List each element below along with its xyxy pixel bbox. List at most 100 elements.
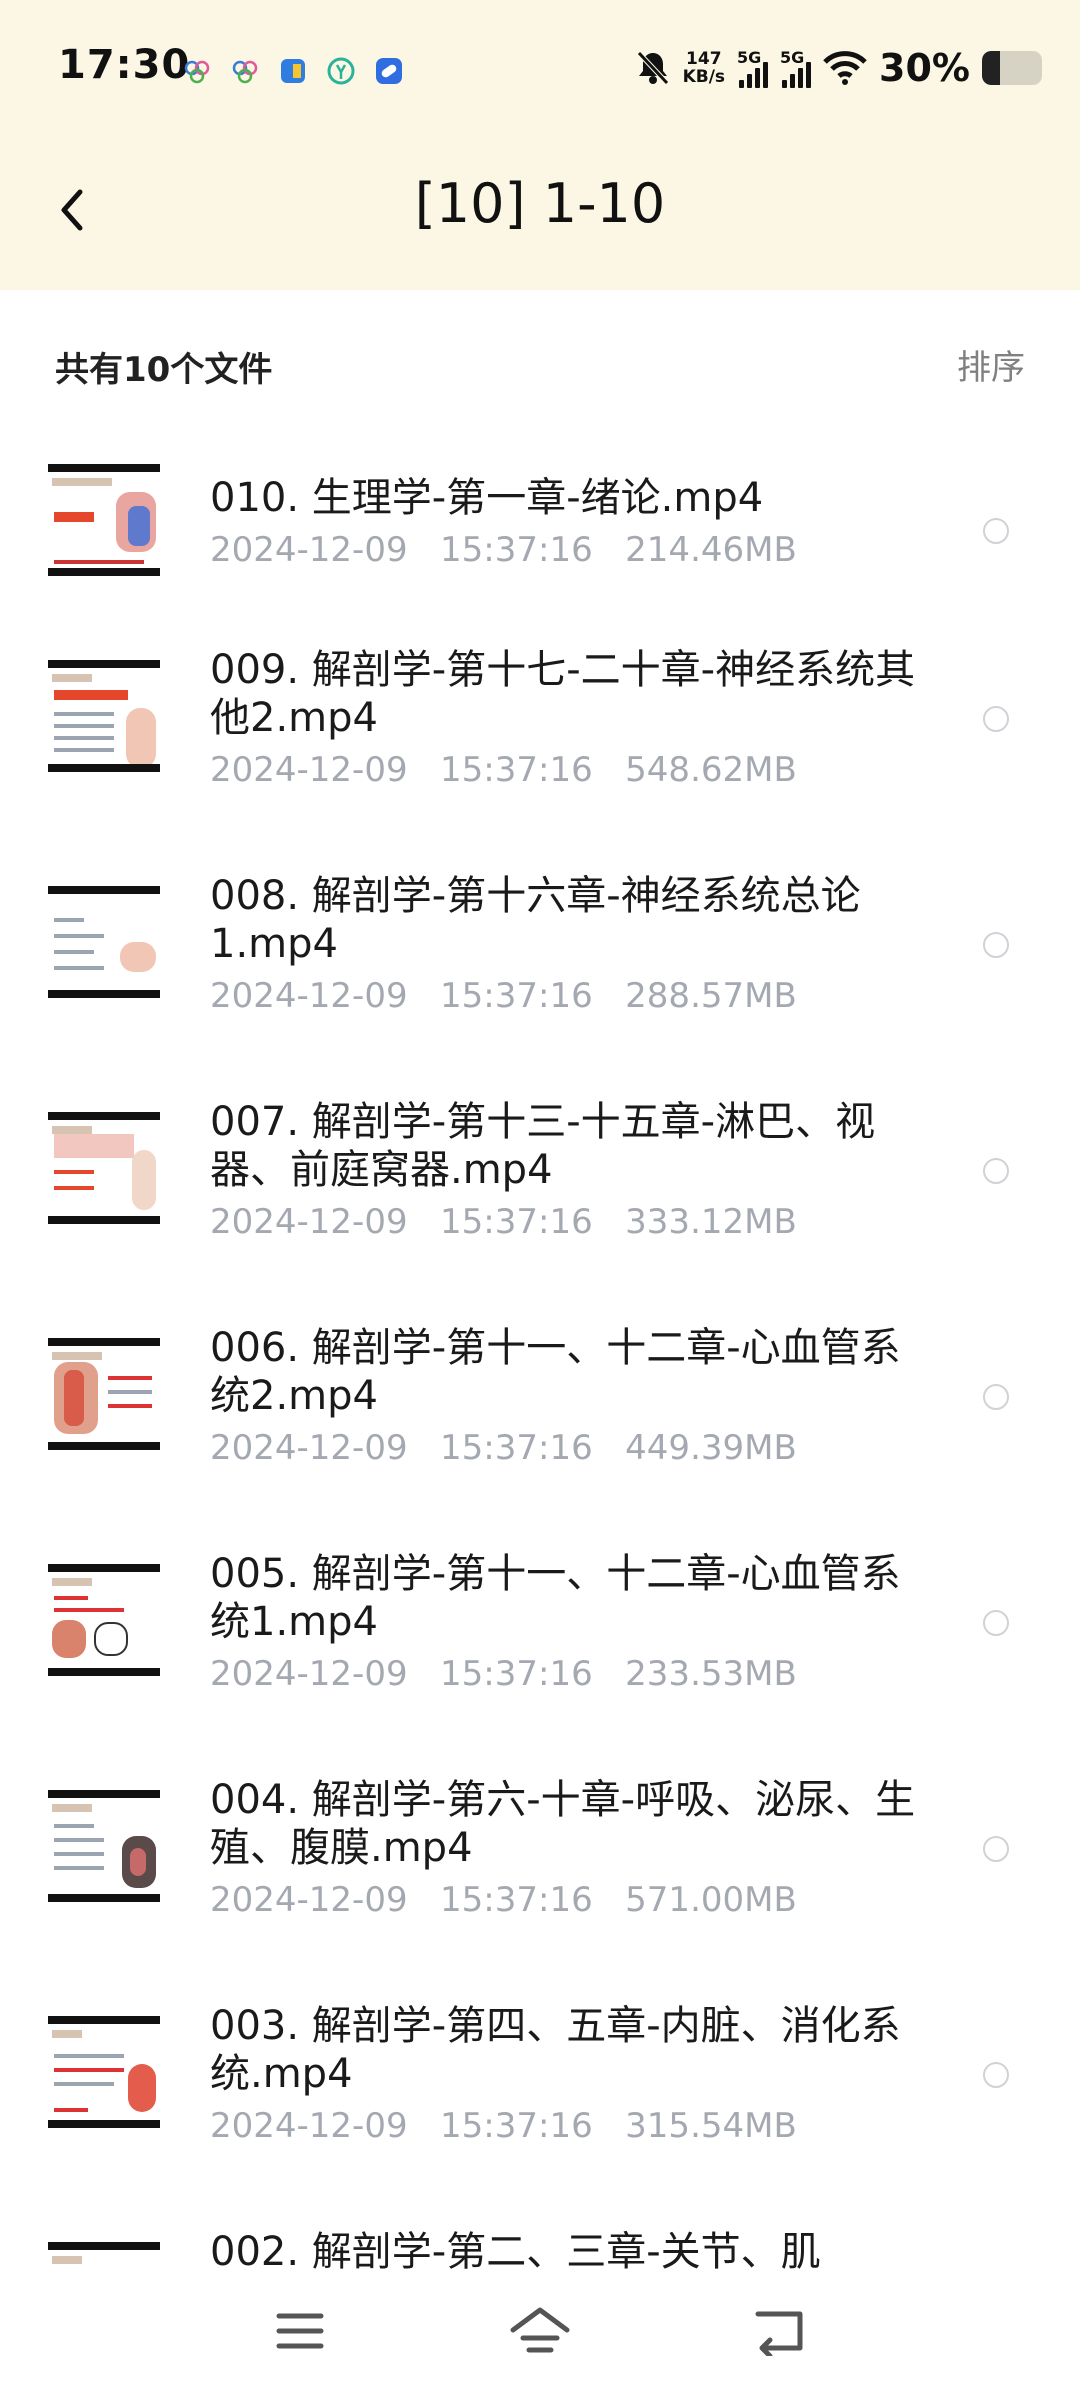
- file-size: 288.57MB: [625, 976, 797, 1016]
- app-icon-blue-circles: [178, 52, 216, 90]
- file-time: 15:37:16: [440, 1202, 593, 1242]
- file-name: 003. 解剖学-第四、五章-内脏、消化系统.mp4: [210, 2003, 901, 2097]
- file-time: 15:37:16: [440, 976, 593, 1016]
- battery-icon: [982, 51, 1042, 85]
- net-speed-unit: KB/s: [682, 67, 726, 87]
- navigation-bar: [0, 2270, 1080, 2400]
- file-size: 233.53MB: [625, 1654, 797, 1694]
- file-size: 333.12MB: [625, 1202, 797, 1242]
- status-bar: 17:30 147 KB/s 5G 5G 30%: [0, 0, 1080, 140]
- file-item-010[interactable]: 010. 生理学-第一章-绪论.mp4 2024-12-09 15:37:16 …: [0, 430, 1080, 630]
- file-meta: 2024-12-09 15:37:16 449.39MB: [210, 1428, 797, 1468]
- file-list: 010. 生理学-第一章-绪论.mp4 2024-12-09 15:37:16 …: [0, 430, 1080, 2270]
- file-date: 2024-12-09: [210, 1202, 408, 1242]
- back-nav-button[interactable]: [740, 2296, 820, 2366]
- file-date: 2024-12-09: [210, 1428, 408, 1468]
- select-radio[interactable]: [983, 706, 1009, 732]
- file-time: 15:37:16: [440, 1880, 593, 1920]
- file-meta: 2024-12-09 15:37:16 214.46MB: [210, 530, 797, 570]
- home-icon: [510, 2307, 570, 2353]
- file-item-004[interactable]: 004. 解剖学-第六-十章-呼吸、泌尿、生殖、腹膜.mp4 2024-12-0…: [0, 1760, 1080, 1986]
- app-icon-green: [322, 52, 360, 90]
- file-name: 002. 解剖学-第二、三章-关节、肌: [210, 2229, 821, 2270]
- menu-icon: [276, 2313, 324, 2349]
- signal-1: 5G: [737, 48, 769, 88]
- app-icon-blue-pill: [370, 52, 408, 90]
- select-radio[interactable]: [983, 1158, 1009, 1184]
- video-thumbnail: [48, 464, 160, 576]
- video-thumbnail: [48, 1564, 160, 1676]
- file-size: 571.00MB: [625, 1880, 797, 1920]
- back-nav-icon: [755, 2311, 803, 2356]
- file-meta: 2024-12-09 15:37:16 315.54MB: [210, 2106, 797, 2146]
- file-date: 2024-12-09: [210, 1880, 408, 1920]
- battery-fill: [982, 51, 1000, 85]
- title-bar: [10] 1-10: [0, 150, 1080, 270]
- menu-button[interactable]: [260, 2296, 340, 2366]
- wifi-icon: [823, 51, 867, 85]
- file-time: 15:37:16: [440, 750, 593, 790]
- select-radio[interactable]: [983, 932, 1009, 958]
- file-time: 15:37:16: [440, 1428, 593, 1468]
- video-thumbnail: [48, 1338, 160, 1450]
- select-radio[interactable]: [983, 2062, 1009, 2088]
- file-item-007[interactable]: 007. 解剖学-第十三-十五章-淋巴、视器、前庭窝器.mp4 2024-12-…: [0, 1082, 1080, 1308]
- file-date: 2024-12-09: [210, 530, 408, 570]
- select-radio[interactable]: [983, 1836, 1009, 1862]
- file-item-008[interactable]: 008. 解剖学-第十六章-神经系统总论1.mp4 2024-12-09 15:…: [0, 856, 1080, 1082]
- file-time: 15:37:16: [440, 2106, 593, 2146]
- file-time: 15:37:16: [440, 1654, 593, 1694]
- file-date: 2024-12-09: [210, 2106, 408, 2146]
- file-item-003[interactable]: 003. 解剖学-第四、五章-内脏、消化系统.mp4 2024-12-09 15…: [0, 1986, 1080, 2212]
- file-name: 008. 解剖学-第十六章-神经系统总论1.mp4: [210, 873, 861, 967]
- home-button[interactable]: [500, 2296, 580, 2366]
- select-radio[interactable]: [983, 1384, 1009, 1410]
- system-icons: 147 KB/s 5G 5G 30%: [635, 46, 1042, 90]
- file-date: 2024-12-09: [210, 1654, 408, 1694]
- file-meta: 2024-12-09 15:37:16 333.12MB: [210, 1202, 797, 1242]
- battery-percent: 30%: [879, 46, 970, 90]
- file-name: 004. 解剖学-第六-十章-呼吸、泌尿、生殖、腹膜.mp4: [210, 1777, 916, 1871]
- page-title: [10] 1-10: [414, 172, 666, 235]
- file-count: 共有10个文件: [55, 350, 273, 390]
- file-name: 010. 生理学-第一章-绪论.mp4: [210, 475, 764, 521]
- video-thumbnail: [48, 1112, 160, 1224]
- file-item-006[interactable]: 006. 解剖学-第十一、十二章-心血管系统2.mp4 2024-12-09 1…: [0, 1308, 1080, 1534]
- summary-row: 共有10个文件 排序: [0, 290, 1080, 430]
- notification-icons: [178, 52, 408, 90]
- file-list-screen: 17:30 147 KB/s 5G 5G 30% [10] 1-10 共有10个…: [0, 0, 1080, 2400]
- select-radio[interactable]: [983, 518, 1009, 544]
- header: 17:30 147 KB/s 5G 5G 30% [10] 1-10: [0, 0, 1080, 290]
- network-speed: 147 KB/s: [683, 50, 725, 86]
- mute-bell-icon: [636, 51, 669, 85]
- file-name: 005. 解剖学-第十一、十二章-心血管系统1.mp4: [210, 1551, 901, 1645]
- signal-1-label: 5G: [737, 48, 762, 67]
- video-thumbnail: [48, 660, 160, 772]
- file-meta: 2024-12-09 15:37:16 548.62MB: [210, 750, 797, 790]
- select-radio[interactable]: [983, 1610, 1009, 1636]
- video-thumbnail: [48, 2242, 160, 2270]
- video-thumbnail: [48, 1790, 160, 1902]
- file-item-009[interactable]: 009. 解剖学-第十七-二十章-神经系统其他2.mp4 2024-12-09 …: [0, 630, 1080, 856]
- file-name: 006. 解剖学-第十一、十二章-心血管系统2.mp4: [210, 1325, 901, 1419]
- file-time: 15:37:16: [440, 530, 593, 570]
- signal-2-label: 5G: [780, 48, 805, 67]
- file-size: 548.62MB: [625, 750, 797, 790]
- video-thumbnail: [48, 2016, 160, 2128]
- file-date: 2024-12-09: [210, 750, 408, 790]
- file-meta: 2024-12-09 15:37:16 288.57MB: [210, 976, 797, 1016]
- net-speed-value: 147: [686, 49, 722, 69]
- file-item-005[interactable]: 005. 解剖学-第十一、十二章-心血管系统1.mp4 2024-12-09 1…: [0, 1534, 1080, 1760]
- signal-2: 5G: [780, 48, 812, 88]
- file-item-002[interactable]: 002. 解剖学-第二、三章-关节、肌: [0, 2212, 1080, 2270]
- file-size: 214.46MB: [625, 530, 797, 570]
- video-thumbnail: [48, 886, 160, 998]
- file-size: 449.39MB: [625, 1428, 797, 1468]
- app-icon-blue-circles-2: [226, 52, 264, 90]
- file-date: 2024-12-09: [210, 976, 408, 1016]
- status-time: 17:30: [58, 42, 191, 88]
- sort-button[interactable]: 排序: [957, 340, 1025, 389]
- app-icon-blue-yellow: [274, 52, 312, 90]
- file-meta: 2024-12-09 15:37:16 571.00MB: [210, 1880, 797, 1920]
- file-name: 009. 解剖学-第十七-二十章-神经系统其他2.mp4: [210, 647, 916, 741]
